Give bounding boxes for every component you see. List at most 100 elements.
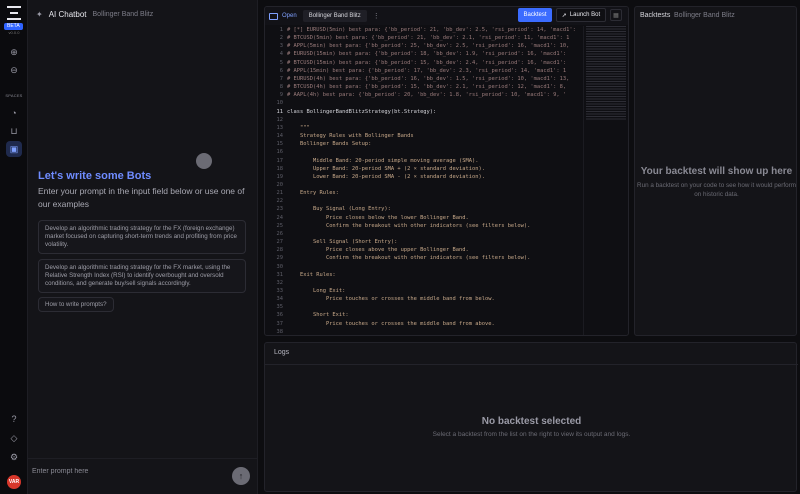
code-line[interactable]: 20 bbox=[265, 181, 583, 189]
help-icon[interactable]: ? bbox=[6, 411, 22, 427]
example-prompt-card[interactable]: Develop an algorithmic trading strategy … bbox=[38, 220, 246, 254]
code-text: Upper Band: 20-period SMA + (2 × standar… bbox=[287, 165, 485, 172]
line-number: 24 bbox=[276, 214, 284, 221]
line-number: 21 bbox=[276, 190, 284, 197]
code-text: Middle Band: 20-period simple moving ave… bbox=[287, 157, 479, 164]
minimap[interactable] bbox=[583, 26, 628, 335]
code-line[interactable]: 32 bbox=[265, 279, 583, 287]
settings-icon[interactable]: ⚙ bbox=[6, 449, 22, 465]
code-area[interactable]: 1 # [*] EURUSD(5min) best para: {'bb_peri… bbox=[265, 26, 583, 335]
line-number: 26 bbox=[276, 230, 284, 237]
code-line[interactable]: 18 Upper Band: 20-period SMA + (2 × stan… bbox=[265, 165, 583, 173]
code-line[interactable]: 37 Price touches or crosses the middle b… bbox=[265, 320, 583, 328]
code-line[interactable]: 1 # [*] EURUSD(5min) best para: {'bb_peri… bbox=[265, 26, 583, 34]
calendar-icon[interactable]: ▦ bbox=[610, 9, 622, 21]
folder-icon bbox=[269, 12, 278, 20]
code-line[interactable]: 19 Lower Band: 20-period SMA - (2 × stan… bbox=[265, 173, 583, 181]
code-line[interactable]: 23 Buy Signal (Long Entry): bbox=[265, 205, 583, 213]
code-line[interactable]: 11 class BollingerBandBlitzStrategy(bt.St… bbox=[265, 108, 583, 116]
launch-bot-button[interactable]: ➚ Launch Bot bbox=[556, 8, 606, 22]
line-number: 17 bbox=[276, 157, 284, 164]
code-text: """ bbox=[287, 124, 310, 131]
code-line[interactable]: 25 Confirm the breakout with other indic… bbox=[265, 222, 583, 230]
code-line[interactable]: 22 bbox=[265, 197, 583, 205]
prompt-bar: ↑ bbox=[28, 458, 258, 494]
more-vertical-icon[interactable]: ⋮ bbox=[373, 12, 380, 20]
code-line[interactable]: 7 # EURUSD(4h) best para: {'bb_period': 1… bbox=[265, 75, 583, 83]
code-text: # EURUSD(15min) best para: {'bb_period':… bbox=[287, 51, 567, 58]
code-line[interactable]: 8 # BTCUSD(4h) best para: {'bb_period': 1… bbox=[265, 83, 583, 91]
backtests-doc-name: Bollinger Band Blitz bbox=[674, 12, 735, 19]
zoom-in-icon[interactable]: ⊕ bbox=[6, 44, 22, 60]
line-number: 12 bbox=[276, 116, 284, 123]
code-line[interactable]: 3 # APPL(5min) best para: {'bb_period': 2… bbox=[265, 42, 583, 50]
logs-empty-subtitle: Select a backtest from the list on the r… bbox=[432, 431, 631, 438]
line-number: 10 bbox=[276, 100, 284, 107]
code-line[interactable]: 31 Exit Rules: bbox=[265, 271, 583, 279]
line-number: 22 bbox=[276, 198, 284, 205]
app-logo[interactable] bbox=[7, 6, 21, 20]
line-number: 15 bbox=[276, 141, 284, 148]
left-rail: BETA v0.0.0 ⊕ ⊖ SPACES ◔ ⊔ ▣ ? ◇ ⚙ VAR bbox=[0, 0, 28, 494]
code-line[interactable]: 38 bbox=[265, 328, 583, 335]
line-number: 36 bbox=[276, 312, 284, 319]
code-line[interactable]: 21 Entry Rules: bbox=[265, 189, 583, 197]
line-number: 5 bbox=[279, 59, 283, 66]
code-line[interactable]: 34 Price touches or crosses the middle b… bbox=[265, 295, 583, 303]
code-line[interactable]: 16 bbox=[265, 148, 583, 156]
code-line[interactable]: 29 Confirm the breakout with other indic… bbox=[265, 254, 583, 262]
tab-file[interactable]: Bollinger Band Blitz bbox=[302, 10, 367, 22]
code-text: Lower Band: 20-period SMA - (2 × standar… bbox=[287, 173, 485, 180]
prompt-input[interactable] bbox=[32, 463, 222, 479]
code-line[interactable]: 5 # BTCUSD(15min) best para: {'bb_period'… bbox=[265, 59, 583, 67]
line-number: 11 bbox=[276, 108, 284, 115]
code-line[interactable]: 2 # BTCUSD(5min) best para: {'bb_period':… bbox=[265, 34, 583, 42]
line-number: 35 bbox=[276, 304, 284, 311]
logs-panel: Logs No backtest selected Select a backt… bbox=[264, 342, 798, 492]
chat-welcome-subtitle: Enter your prompt in the input field bel… bbox=[38, 186, 245, 209]
code-line[interactable]: 30 bbox=[265, 263, 583, 271]
code-line[interactable]: 35 bbox=[265, 303, 583, 311]
code-text: # AAPL(4h) best para: {'bb_period': 20, … bbox=[287, 92, 567, 99]
example-prompt-card[interactable]: Develop an algorithmic trading strategy … bbox=[38, 259, 246, 293]
zoom-out-icon[interactable]: ⊖ bbox=[6, 62, 22, 78]
line-number: 16 bbox=[276, 149, 284, 156]
code-line[interactable]: 26 bbox=[265, 230, 583, 238]
code-line[interactable]: 15 Bollinger Bands Setup: bbox=[265, 140, 583, 148]
cart-icon[interactable]: ⊔ bbox=[6, 123, 22, 139]
code-line[interactable]: 24 Price closes below the lower Bollinge… bbox=[265, 214, 583, 222]
code-line[interactable]: 14 Strategy Rules with Bollinger Bands bbox=[265, 132, 583, 140]
line-number: 31 bbox=[276, 271, 284, 278]
line-number: 4 bbox=[279, 51, 283, 58]
logs-empty-title: No backtest selected bbox=[481, 416, 582, 427]
chart-icon[interactable]: ◔ bbox=[6, 105, 22, 121]
line-number: 1 bbox=[279, 27, 283, 33]
open-button[interactable]: Open bbox=[269, 12, 297, 20]
code-line[interactable]: 4 # EURUSD(15min) best para: {'bb_period'… bbox=[265, 50, 583, 58]
code-line[interactable]: 9 # AAPL(4h) best para: {'bb_period': 20,… bbox=[265, 91, 583, 99]
how-to-prompts-button[interactable]: How to write prompts? bbox=[38, 297, 114, 312]
backtests-panel: Backtests Bollinger Band Blitz Your back… bbox=[634, 6, 797, 336]
line-number: 37 bbox=[276, 320, 284, 327]
loading-indicator bbox=[196, 153, 212, 169]
code-line[interactable]: 12 bbox=[265, 116, 583, 124]
code-line[interactable]: 10 bbox=[265, 99, 583, 107]
bot-icon[interactable]: ▣ bbox=[6, 141, 22, 157]
backtests-title: Backtests bbox=[640, 12, 671, 19]
code-line[interactable]: 17 Middle Band: 20-period simple moving … bbox=[265, 157, 583, 165]
code-line[interactable]: 28 Price closes above the upper Bollinge… bbox=[265, 246, 583, 254]
send-arrow-icon[interactable]: ↑ bbox=[232, 467, 250, 485]
backtest-button[interactable]: Backtest bbox=[518, 8, 552, 22]
diamond-icon[interactable]: ◇ bbox=[6, 430, 22, 446]
code-line[interactable]: 6 # APPL(15min) best para: {'bb_period': … bbox=[265, 67, 583, 75]
open-label: Open bbox=[282, 13, 297, 19]
code-text: Strategy Rules with Bollinger Bands bbox=[287, 133, 414, 140]
code-line[interactable]: 13 """ bbox=[265, 124, 583, 132]
code-text: Price touches or crosses the middle band… bbox=[287, 296, 495, 303]
avatar[interactable]: VAR bbox=[7, 475, 21, 489]
code-text: Bollinger Bands Setup: bbox=[287, 141, 372, 148]
code-text: Price closes below the lower Bollinger B… bbox=[287, 214, 469, 221]
code-line[interactable]: 36 Short Exit: bbox=[265, 311, 583, 319]
code-line[interactable]: 33 Long Exit: bbox=[265, 287, 583, 295]
code-line[interactable]: 27 Sell Signal (Short Entry): bbox=[265, 238, 583, 246]
